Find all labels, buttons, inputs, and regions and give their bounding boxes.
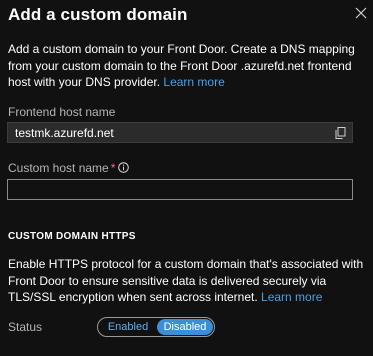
custom-host-label-text: Custom host name (8, 161, 109, 175)
status-label: Status (8, 320, 43, 334)
frontend-host-label: Frontend host name (8, 105, 116, 119)
custom-host-label: Custom host name * (8, 161, 130, 175)
panel-title: Add a custom domain (8, 5, 188, 24)
status-option-enabled[interactable]: Enabled (99, 319, 157, 335)
intro-learn-more-link[interactable]: Learn more (163, 75, 224, 89)
close-button[interactable] (352, 4, 370, 22)
https-learn-more-link[interactable]: Learn more (261, 290, 322, 304)
status-option-disabled[interactable]: Disabled (157, 319, 213, 335)
close-icon (352, 4, 370, 22)
copy-button[interactable] (335, 127, 346, 139)
frontend-host-field: testmk.azurefd.net (7, 122, 353, 143)
frontend-host-value: testmk.azurefd.net (15, 126, 114, 140)
info-icon[interactable] (118, 162, 130, 173)
custom-host-input[interactable] (7, 179, 353, 200)
add-custom-domain-panel: Add a custom domain Add a custom domain … (0, 0, 373, 356)
intro-description: Add a custom domain to your Front Door. … (8, 41, 368, 91)
https-description: Enable HTTPS protocol for a custom domai… (8, 256, 368, 306)
https-section-heading: CUSTOM DOMAIN HTTPS (8, 231, 136, 242)
copy-icon (335, 127, 346, 139)
status-toggle: Enabled Disabled (97, 317, 215, 337)
required-marker: * (110, 161, 116, 175)
